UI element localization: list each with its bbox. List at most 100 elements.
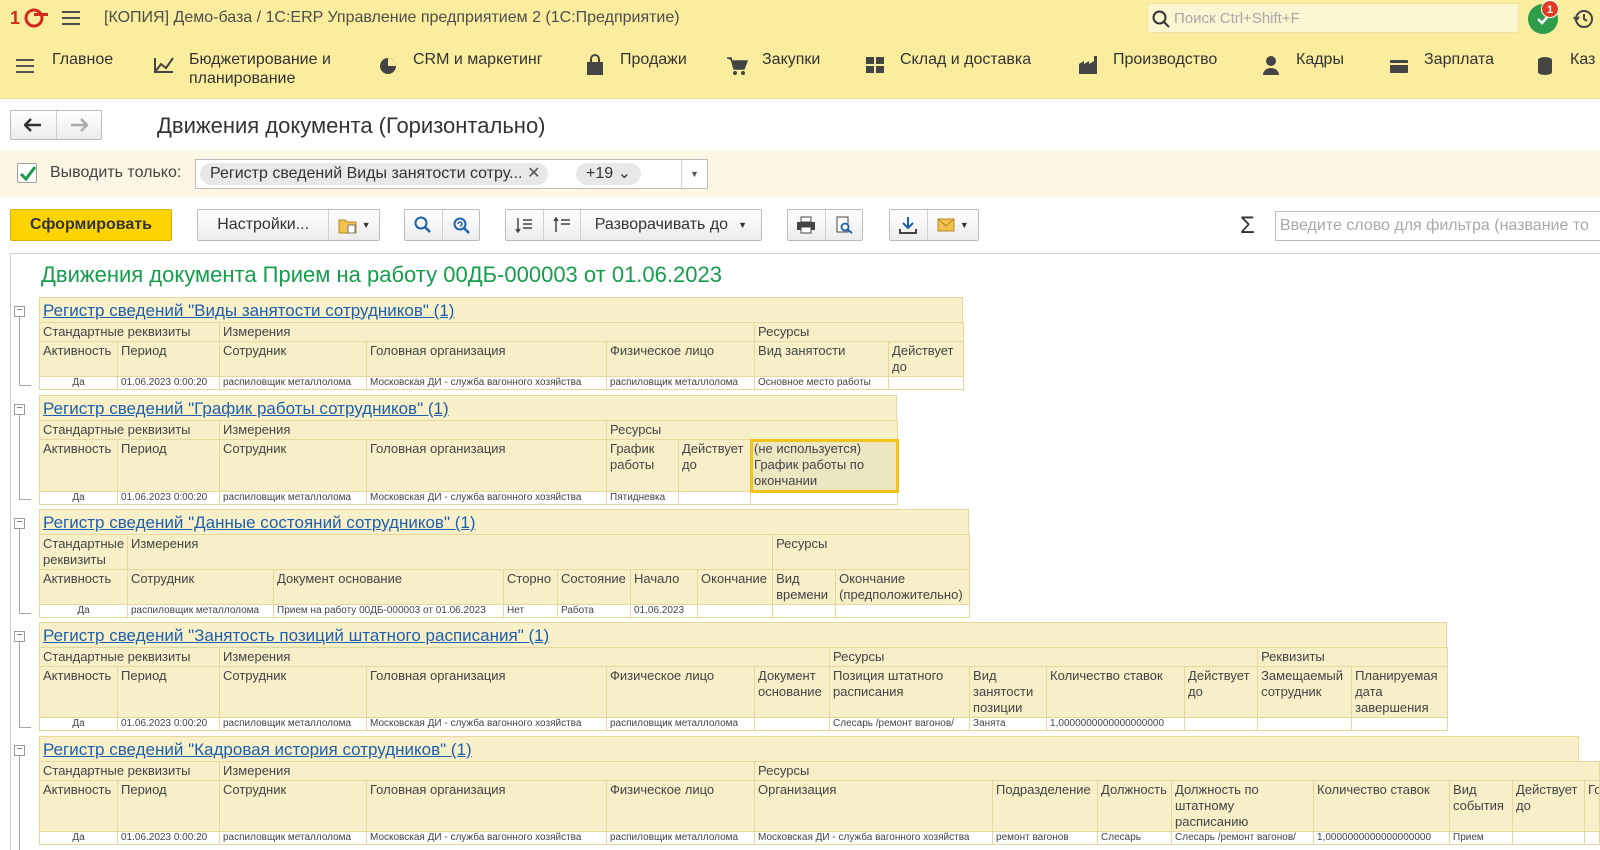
history-icon[interactable] [1572, 8, 1594, 30]
table-cell[interactable]: 01.06.2023 0:00:20 [117, 376, 220, 390]
table-cell[interactable]: распиловщик металлолома [605, 831, 756, 845]
global-search-input[interactable]: Поиск Ctrl+Shift+F [1147, 3, 1519, 33]
table-cell[interactable] [835, 604, 971, 618]
collapse-group-icon[interactable]: − [14, 631, 25, 642]
report-spreadsheet[interactable]: Движения документа Прием на работу 00ДБ-… [10, 253, 1600, 850]
table-cell[interactable] [772, 604, 837, 618]
table-cell[interactable]: 01.06.2023 0:00:20 [117, 717, 220, 731]
output-only-checkbox[interactable] [17, 163, 37, 183]
more-filters-chip[interactable]: +19 ⌄ [576, 163, 641, 185]
section-hr[interactable]: Кадры [1260, 50, 1344, 76]
table-cell[interactable] [1351, 717, 1449, 731]
table-cell[interactable] [1512, 831, 1586, 845]
table-row[interactable]: Да 01.06.2023 0:00:20 распиловщик металл… [39, 831, 1600, 845]
expand-all-button[interactable] [506, 210, 544, 240]
section-budget[interactable]: Бюджетирование и планирование [153, 50, 339, 88]
table-cell[interactable] [750, 491, 899, 505]
table-cell[interactable]: Московская ДИ - служба вагонного хозяйст… [365, 491, 608, 505]
collapse-group-icon[interactable]: − [14, 745, 25, 756]
table-cell[interactable]: Да [39, 831, 118, 845]
collapse-group-icon[interactable]: − [14, 518, 25, 529]
table-cell[interactable] [753, 717, 831, 731]
table-cell[interactable] [1584, 831, 1600, 845]
forward-button[interactable] [57, 111, 102, 139]
send-email-button[interactable]: ▼ [928, 210, 978, 240]
text-filter-field[interactable] [1276, 212, 1600, 240]
table-cell[interactable]: Да [39, 604, 128, 618]
section-purchases[interactable]: Закупки [726, 50, 820, 76]
expand-to-dropdown[interactable]: Разворачивать до ▼ [581, 210, 761, 240]
table-cell[interactable]: Московская ДИ - служба вагонного хозяйст… [366, 376, 607, 390]
section-treasury[interactable]: Каз [1534, 50, 1595, 76]
table-row[interactable]: Да 01.06.2023 0:00:20 распиловщик металл… [39, 491, 899, 505]
section-warehouse[interactable]: Склад и доставка [864, 50, 1031, 76]
selected-column-header[interactable]: (не используется) График работы по оконч… [749, 438, 899, 493]
table-cell[interactable]: Пятидневка [606, 491, 680, 505]
close-icon[interactable]: ✕ [527, 163, 540, 185]
table-cell[interactable]: Слесарь [1097, 831, 1173, 845]
table-cell[interactable]: Прием [1449, 831, 1514, 845]
table-cell[interactable]: Прием на работу 00ДБ-000003 от 01.06.202… [273, 604, 504, 618]
table-cell[interactable]: Да [39, 376, 118, 390]
table-cell[interactable]: распиловщик металлолома [127, 604, 274, 618]
table-cell[interactable]: распиловщик металлолома [605, 376, 756, 390]
find-next-button[interactable] [443, 210, 480, 240]
table-cell[interactable]: распиловщик металлолома [219, 831, 367, 845]
table-cell[interactable] [696, 604, 774, 618]
table-row[interactable]: Да 01.06.2023 0:00:20 распиловщик металл… [39, 376, 965, 390]
collapse-group-icon[interactable]: − [14, 404, 25, 415]
register-title-link[interactable]: Регистр сведений "Данные состояний сотру… [39, 509, 969, 534]
table-cell[interactable]: 1,0000000000000000000 [1046, 717, 1186, 731]
sections-menu-icon[interactable] [16, 59, 34, 77]
main-menu-icon[interactable] [62, 11, 80, 25]
table-cell[interactable]: Основное место работы [754, 376, 890, 390]
table-cell[interactable]: распиловщик металлолома [219, 376, 367, 390]
table-row[interactable]: Да распиловщик металлолома Прием на рабо… [39, 604, 971, 618]
table-cell[interactable]: распиловщик металлолома [219, 491, 367, 505]
table-cell[interactable]: Московская ДИ - служба вагонного хозяйст… [754, 831, 994, 845]
print-button[interactable] [788, 210, 826, 240]
collapse-group-icon[interactable]: − [14, 306, 25, 317]
table-cell[interactable]: ремонт вагонов [992, 831, 1099, 845]
table-cell[interactable]: Московская ДИ - служба вагонного хозяйст… [366, 717, 607, 731]
back-button[interactable] [11, 111, 57, 139]
sigma-icon[interactable]: Σ [1240, 212, 1255, 240]
table-cell[interactable]: Слесарь /ремонт вагонов/ [1171, 831, 1315, 845]
find-button[interactable] [405, 210, 443, 240]
table-cell[interactable]: распиловщик металлолома [219, 717, 367, 731]
register-title-link[interactable]: Регистр сведений "График работы сотрудни… [39, 395, 897, 420]
filter-chip[interactable]: Регистр сведений Виды занятости сотру...… [200, 163, 549, 185]
table-cell[interactable]: Нет [503, 604, 558, 618]
register-title-link[interactable]: Регистр сведений "Занятость позиций штат… [39, 622, 1447, 647]
text-filter-input[interactable] [1275, 211, 1600, 241]
table-row[interactable]: Да 01.06.2023 0:00:20 распиловщик металл… [39, 717, 1449, 731]
table-cell[interactable]: Да [39, 491, 118, 505]
section-main[interactable]: Главное [52, 50, 113, 69]
table-cell[interactable]: Московская ДИ - служба вагонного хозяйст… [366, 831, 607, 845]
table-cell[interactable]: Да [39, 717, 118, 731]
section-salary[interactable]: Зарплата [1388, 50, 1494, 76]
table-cell[interactable]: 01.06.2023 0:00:20 [117, 491, 220, 505]
table-cell[interactable]: Занята [969, 717, 1048, 731]
table-cell[interactable]: Слесарь /ремонт вагонов/ [829, 717, 971, 731]
save-button[interactable] [890, 210, 928, 240]
table-cell[interactable] [1184, 717, 1259, 731]
table-cell[interactable] [888, 376, 965, 390]
section-sales[interactable]: Продажи [584, 50, 687, 76]
table-cell[interactable]: распиловщик металлолома [606, 717, 755, 731]
table-cell[interactable]: Работа [557, 604, 631, 618]
section-production[interactable]: Производство [1077, 50, 1217, 76]
variants-button[interactable]: ▼ [329, 210, 379, 240]
register-title-link[interactable]: Регистр сведений "Кадровая история сотру… [39, 736, 1579, 761]
registers-filter-field[interactable]: Регистр сведений Виды занятости сотру...… [195, 159, 708, 189]
table-cell[interactable]: 01.06.2023 [630, 604, 698, 618]
table-cell[interactable] [1257, 717, 1353, 731]
settings-button[interactable]: Настройки... [198, 210, 330, 240]
filter-dropdown-button[interactable]: ▼ [681, 160, 707, 188]
print-preview-button[interactable] [826, 210, 863, 240]
table-cell[interactable] [678, 491, 752, 505]
section-crm[interactable]: CRM и маркетинг [377, 50, 543, 76]
generate-button[interactable]: Сформировать [10, 209, 172, 241]
register-title-link[interactable]: Регистр сведений "Виды занятости сотрудн… [39, 297, 963, 322]
table-cell[interactable]: 01.06.2023 0:00:20 [117, 831, 220, 845]
